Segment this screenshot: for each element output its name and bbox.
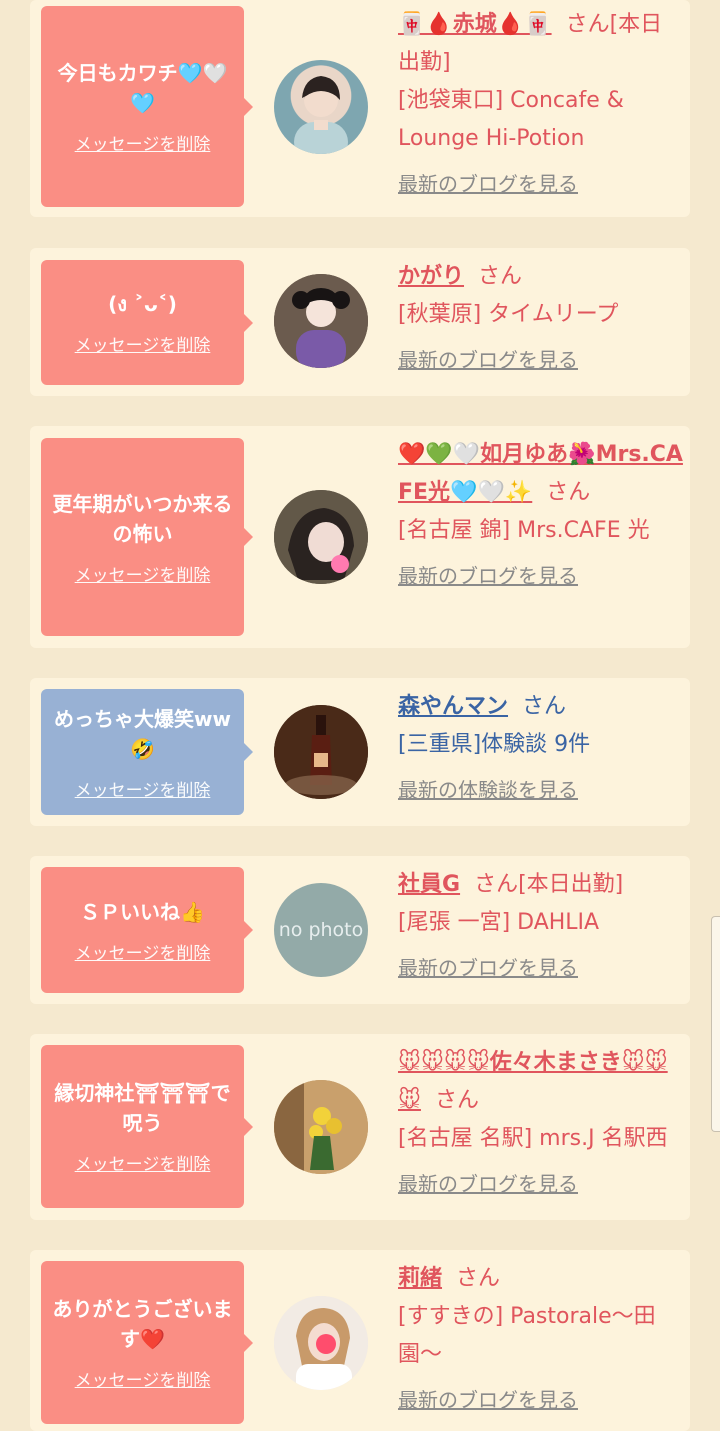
honorific: さん — [478, 264, 523, 289]
message-bubble: めっちゃ大爆笑ww🤣 メッセージを削除 — [41, 689, 253, 815]
message-card: 今日もカワチ🩵🤍🩵 メッセージを削除 🀄🩸赤城🩸🀄 さん[本日出勤] [池袋東口]… — [30, 0, 690, 217]
delete-message-link[interactable]: メッセージを削除 — [75, 1366, 211, 1391]
message-card: (ง ˃ᴗ˂) メッセージを削除 かがり さん [秋葉原] タイムリープ 最新のブ… — [30, 248, 690, 396]
delete-message-link[interactable]: メッセージを削除 — [75, 561, 211, 586]
message-card: 更年期がいつか来るの怖い メッセージを削除 ❤️💚🤍如月ゆあ🌺Mrs.CAFE光… — [30, 426, 690, 648]
message-text: (ง ˃ᴗ˂) — [108, 292, 177, 316]
shop-label: [尾張 一宮] DAHLIA — [398, 910, 600, 935]
avatar[interactable] — [274, 490, 368, 584]
sender-name-link[interactable]: ❤️💚🤍如月ゆあ🌺Mrs.CAFE光🩵🤍✨ — [398, 442, 683, 505]
shop-label: [名古屋 名駅] mrs.J 名駅西 — [398, 1126, 668, 1151]
delete-message-link[interactable]: メッセージを削除 — [75, 776, 211, 801]
avatar[interactable] — [274, 60, 368, 154]
avatar[interactable] — [274, 1080, 368, 1174]
shop-label: [三重県]体験談 9件 — [398, 732, 591, 757]
sender-info: かがり さん [秋葉原] タイムリープ 最新のブログを見る — [398, 258, 683, 373]
message-card: ＳＰいいね👍 メッセージを削除 no photo 社員G さん[本日出勤] [尾張… — [30, 856, 690, 1004]
sender-info: 🐭🐭🐭🐭佐々木まさき🐭🐭🐭 さん [名古屋 名駅] mrs.J 名駅西 最新のブロ… — [398, 1044, 683, 1197]
avatar-photo — [274, 1296, 368, 1390]
message-bubble: ＳＰいいね👍 メッセージを削除 — [41, 867, 253, 993]
message-bubble: 今日もカワチ🩵🤍🩵 メッセージを削除 — [41, 6, 253, 207]
avatar[interactable] — [274, 705, 368, 799]
avatar[interactable]: no photo — [274, 883, 368, 977]
sender-info: 森やんマン さん [三重県]体験談 9件 最新の体験談を見る — [398, 688, 683, 803]
message-text: 今日もカワチ🩵🤍🩵 — [57, 61, 228, 115]
sender-name-link[interactable]: かがり — [398, 264, 464, 289]
scroll-handle[interactable] — [711, 916, 720, 1132]
shop-label: [秋葉原] タイムリープ — [398, 302, 619, 327]
sender-name-link[interactable]: 莉緒 — [398, 1266, 442, 1291]
message-card: めっちゃ大爆笑ww🤣 メッセージを削除 森やんマン さん [三重県]体験談 9件 … — [30, 678, 690, 826]
delete-message-link[interactable]: メッセージを削除 — [75, 939, 211, 964]
latest-blog-link[interactable]: 最新のブログを見る — [398, 344, 683, 373]
avatar-photo — [274, 274, 368, 368]
latest-blog-link[interactable]: 最新のブログを見る — [398, 1168, 683, 1197]
avatar-photo — [294, 76, 348, 154]
message-bubble: 縁切神社⛩⛩⛩で呪う メッセージを削除 — [41, 1045, 253, 1208]
delete-message-link[interactable]: メッセージを削除 — [75, 130, 211, 155]
latest-blog-link[interactable]: 最新のブログを見る — [398, 952, 683, 981]
shop-label: [池袋東口] Concafe & Lounge Hi-Potion — [398, 88, 624, 151]
message-list: 今日もカワチ🩵🤍🩵 メッセージを削除 🀄🩸赤城🩸🀄 さん[本日出勤] [池袋東口]… — [0, 0, 720, 1431]
message-bubble: ありがとうございます❤️ メッセージを削除 — [41, 1261, 253, 1424]
sender-name-link[interactable]: 森やんマン — [398, 694, 508, 719]
message-card: ありがとうございます❤️ メッセージを削除 莉緒 さん [すすきの] Pastor… — [30, 1250, 690, 1431]
honorific: さん — [456, 1266, 501, 1291]
latest-blog-link[interactable]: 最新のブログを見る — [398, 560, 683, 589]
message-bubble: (ง ˃ᴗ˂) メッセージを削除 — [41, 260, 253, 385]
delete-message-link[interactable]: メッセージを削除 — [75, 1150, 211, 1175]
status-badge: [本日出勤] — [518, 872, 624, 897]
message-text: 縁切神社⛩⛩⛩で呪う — [54, 1081, 231, 1135]
message-text: ＳＰいいね👍 — [80, 899, 205, 924]
latest-blog-link[interactable]: 最新のブログを見る — [398, 168, 683, 197]
latest-blog-link[interactable]: 最新のブログを見る — [398, 1384, 683, 1413]
message-card: 縁切神社⛩⛩⛩で呪う メッセージを削除 🐭🐭🐭🐭佐々木まさき🐭🐭🐭 さん [名古屋… — [30, 1034, 690, 1220]
sender-info: 莉緒 さん [すすきの] Pastorale〜田園〜 最新のブログを見る — [398, 1260, 683, 1413]
honorific: さん — [434, 1088, 479, 1113]
message-bubble: 更年期がいつか来るの怖い メッセージを削除 — [41, 438, 253, 636]
sender-name-link[interactable]: 🀄🩸赤城🩸🀄 — [398, 12, 552, 37]
message-text: めっちゃ大爆笑ww🤣 — [54, 706, 231, 761]
honorific: さん — [522, 694, 567, 719]
avatar[interactable] — [274, 1296, 368, 1390]
message-text: ありがとうございます❤️ — [52, 1297, 233, 1351]
avatar-photo — [274, 490, 368, 584]
sender-info: 社員G さん[本日出勤] [尾張 一宮] DAHLIA 最新のブログを見る — [398, 866, 683, 981]
honorific: さん — [546, 480, 591, 505]
avatar-photo — [274, 1080, 368, 1174]
shop-label: [名古屋 錦] Mrs.CAFE 光 — [398, 518, 650, 543]
no-photo-placeholder: no photo — [278, 919, 364, 941]
message-text: 更年期がいつか来るの怖い — [52, 491, 233, 546]
shop-label: [すすきの] Pastorale〜田園〜 — [398, 1304, 656, 1367]
avatar[interactable] — [274, 274, 368, 368]
honorific: さん — [565, 12, 610, 37]
avatar-photo — [274, 705, 368, 799]
sender-info: ❤️💚🤍如月ゆあ🌺Mrs.CAFE光🩵🤍✨ さん [名古屋 錦] Mrs.CAFE… — [398, 436, 683, 589]
latest-review-link[interactable]: 最新の体験談を見る — [398, 774, 683, 803]
delete-message-link[interactable]: メッセージを削除 — [75, 331, 211, 356]
sender-info: 🀄🩸赤城🩸🀄 さん[本日出勤] [池袋東口] Concafe & Lounge H… — [398, 6, 683, 197]
sender-name-link[interactable]: 社員G — [398, 872, 460, 897]
honorific: さん — [474, 872, 519, 897]
